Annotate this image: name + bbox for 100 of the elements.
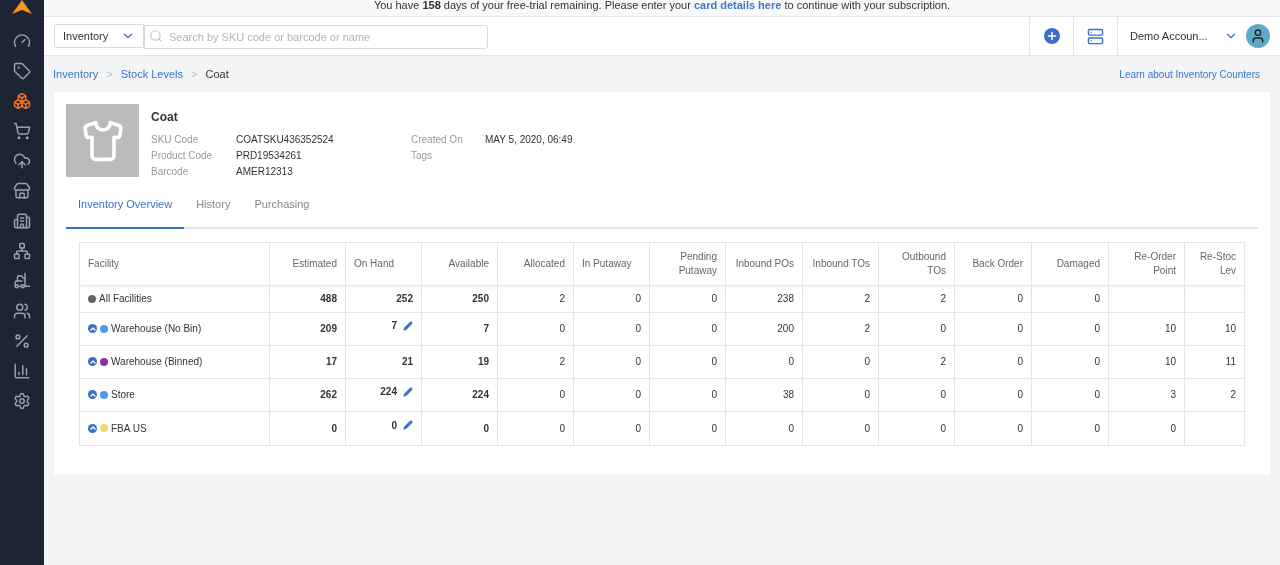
table-cell: 10 xyxy=(1184,312,1245,345)
table-cell: 2 xyxy=(1184,378,1245,411)
percent-icon[interactable] xyxy=(13,332,31,350)
field-value: AMER12313 xyxy=(236,165,294,179)
table-cell: 250 xyxy=(421,285,498,312)
table-cell: 7 xyxy=(421,312,498,345)
card-details-link[interactable]: card details here xyxy=(693,0,782,11)
table-cell: 2 xyxy=(878,285,955,312)
table-cell: 2 xyxy=(497,345,574,378)
table-cell: 252 xyxy=(345,285,422,312)
table-cell: 2 xyxy=(497,285,574,312)
edit-icon[interactable] xyxy=(403,420,413,430)
table-cell: 3 xyxy=(1108,378,1185,411)
settings-icon[interactable] xyxy=(13,392,31,410)
column-header: Back Order xyxy=(954,242,1032,285)
field-value: MAY 5, 2020, 06:49 xyxy=(485,133,573,147)
building-icon[interactable] xyxy=(13,212,31,230)
table-cell: 0 xyxy=(269,411,346,445)
table-cell: 0 xyxy=(649,378,726,411)
facility-name: FBA US xyxy=(111,421,147,436)
column-header: Pending Putaway xyxy=(649,242,726,285)
collapse-icon[interactable] xyxy=(88,423,97,433)
collapse-icon[interactable] xyxy=(88,324,97,333)
table-cell: 0 xyxy=(954,378,1032,411)
collapse-icon[interactable] xyxy=(88,390,97,399)
account-name[interactable]: Demo Accoun... xyxy=(1130,27,1208,45)
table-cell: 0 xyxy=(573,312,650,345)
facility-name: Warehouse (Binned) xyxy=(111,355,203,369)
table-cell: 0 xyxy=(725,411,803,445)
table-cell: 0 xyxy=(573,378,650,411)
column-header: Inbound POs xyxy=(725,242,803,285)
table-cell: 209 xyxy=(269,312,346,345)
breadcrumb-link[interactable]: Inventory xyxy=(53,65,99,83)
network-icon[interactable] xyxy=(13,242,31,260)
table-cell: 0 xyxy=(497,378,574,411)
column-header: Re-Order Point xyxy=(1108,242,1185,285)
collapse-icon[interactable] xyxy=(88,357,97,366)
column-header: Allocated xyxy=(497,242,574,285)
table-cell: 0 xyxy=(649,345,726,378)
table-cell: 0 xyxy=(497,411,574,445)
add-icon[interactable] xyxy=(1043,28,1060,44)
table-cell: 10 xyxy=(1108,345,1185,378)
boxes-icon[interactable] xyxy=(13,92,31,110)
table-cell xyxy=(1184,411,1245,445)
edit-icon[interactable] xyxy=(403,320,413,331)
field-label: Barcode xyxy=(151,165,190,179)
table-cell: 0 xyxy=(1031,312,1109,345)
cart-icon[interactable] xyxy=(13,122,31,140)
table-cell: 488 xyxy=(269,285,346,312)
table-cell: 11 xyxy=(1184,345,1245,378)
gauge-icon[interactable] xyxy=(13,32,31,50)
table-cell: 262 xyxy=(269,378,346,411)
table-cell: 0 xyxy=(1031,378,1109,411)
field-value: COATSKU436352524 xyxy=(236,133,335,147)
edit-icon[interactable] xyxy=(403,386,413,397)
table-cell: 0 xyxy=(954,312,1032,345)
facility-name: Store xyxy=(111,388,135,402)
store-icon[interactable] xyxy=(13,182,31,200)
table-cell: 224 xyxy=(421,378,498,411)
column-header: Facility xyxy=(79,242,270,285)
table-cell: 0 xyxy=(802,378,879,411)
help-link[interactable]: Learn about Inventory Counters xyxy=(1119,66,1260,82)
logo-icon[interactable] xyxy=(9,0,35,14)
table-cell: 10 xyxy=(1108,312,1185,345)
avatar[interactable] xyxy=(1246,24,1270,48)
table-cell: 2 xyxy=(878,345,955,378)
table-cell: 0 xyxy=(573,411,650,445)
table-cell: 0 xyxy=(573,285,650,312)
facility-name: All Facilities xyxy=(99,292,152,306)
cloud-upload-icon[interactable] xyxy=(13,152,31,170)
tab[interactable]: Inventory Overview xyxy=(66,196,185,229)
table-cell: 0 xyxy=(573,345,650,378)
table-cell: 0 xyxy=(421,411,498,445)
field-value: PRD19534261 xyxy=(236,149,303,163)
bar-chart-icon[interactable] xyxy=(13,362,31,380)
table-cell: 19 xyxy=(421,345,498,378)
tab[interactable]: History xyxy=(184,196,243,229)
table-cell: 7 xyxy=(345,312,422,345)
table-cell: 0 xyxy=(954,285,1032,312)
stack-icon[interactable] xyxy=(1087,27,1104,45)
breadcrumb-separator: > xyxy=(106,66,113,82)
table-cell: 0 xyxy=(497,312,574,345)
table-cell: 0 xyxy=(1108,411,1185,445)
column-header: Estimated xyxy=(269,242,346,285)
field-label: SKU Code xyxy=(151,133,200,147)
table-cell: 0 xyxy=(1031,285,1109,312)
column-header: Available xyxy=(421,242,498,285)
users-icon[interactable] xyxy=(13,302,31,320)
tab[interactable]: Purchasing xyxy=(242,196,322,229)
table-cell: 0 xyxy=(1031,345,1109,378)
forklift-icon[interactable] xyxy=(13,272,31,290)
table-cell: 0 xyxy=(802,345,879,378)
breadcrumb-link[interactable]: Stock Levels xyxy=(120,65,184,83)
scope-dropdown[interactable]: Inventory xyxy=(54,24,144,48)
search-field[interactable]: Search by SKU code or barcode or name xyxy=(144,25,488,49)
table-cell: 0 xyxy=(649,312,726,345)
table-cell: 0 xyxy=(878,378,955,411)
table-cell: 0 xyxy=(878,411,955,445)
column-header: Inbound TOs xyxy=(802,242,879,285)
tag-icon[interactable] xyxy=(13,62,31,80)
